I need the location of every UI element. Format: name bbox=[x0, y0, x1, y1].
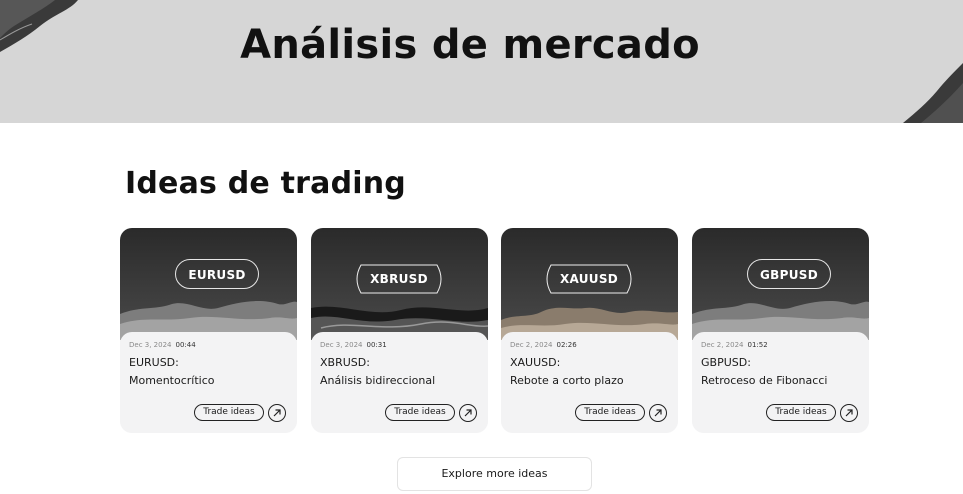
trade-ideas-button[interactable]: Trade ideas bbox=[194, 404, 264, 421]
card-title: Momentocrítico bbox=[129, 374, 215, 387]
arrow-up-right-icon bbox=[654, 409, 662, 417]
card-date: Dec 2, 2024 bbox=[701, 341, 744, 349]
card-meta: Dec 3, 2024 00:44 bbox=[129, 341, 196, 349]
trade-ideas-button[interactable]: Trade ideas bbox=[575, 404, 645, 421]
section-title: Ideas de trading bbox=[125, 166, 406, 201]
card-symbol: GBPUSD: bbox=[701, 356, 751, 369]
card-time: 00:31 bbox=[366, 341, 387, 349]
symbol-badge: XAUUSD bbox=[539, 261, 639, 297]
card-time: 02:26 bbox=[556, 341, 577, 349]
arrow-up-right-icon bbox=[464, 409, 472, 417]
symbol-badge: GBPUSD bbox=[747, 259, 831, 289]
open-idea-button[interactable] bbox=[840, 404, 858, 422]
explore-more-ideas-button[interactable]: Explore more ideas bbox=[397, 457, 592, 491]
card-body: Dec 3, 2024 00:31 XBRUSD: Análisis bidire… bbox=[311, 332, 488, 433]
card-title: Retroceso de Fibonacci bbox=[701, 374, 828, 387]
symbol-badge-text: XAUUSD bbox=[559, 272, 619, 286]
card-symbol: EURUSD: bbox=[129, 356, 179, 369]
card-title: Rebote a corto plazo bbox=[510, 374, 624, 387]
card-meta: Dec 2, 2024 01:52 bbox=[701, 341, 768, 349]
card-date: Dec 3, 2024 bbox=[320, 341, 363, 349]
card-image: GBPUSD bbox=[692, 228, 869, 340]
page-title: Análisis de mercado bbox=[240, 22, 700, 68]
open-idea-button[interactable] bbox=[459, 404, 477, 422]
card-image: XBRUSD bbox=[311, 228, 488, 340]
card-body: Dec 2, 2024 02:26 XAUUSD: Rebote a corto … bbox=[501, 332, 678, 433]
card-image: XAUUSD bbox=[501, 228, 678, 340]
open-idea-button[interactable] bbox=[649, 404, 667, 422]
trade-idea-card[interactable]: XAUUSD Dec 2, 2024 02:26 XAUUSD: Rebote a… bbox=[501, 228, 678, 433]
arrow-up-right-icon bbox=[845, 409, 853, 417]
card-title: Análisis bidireccional bbox=[320, 374, 436, 387]
card-symbol: XBRUSD: bbox=[320, 356, 370, 369]
rock-texture-decoration bbox=[903, 63, 963, 123]
trade-idea-card[interactable]: GBPUSD Dec 2, 2024 01:52 GBPUSD: Retroces… bbox=[692, 228, 869, 433]
open-idea-button[interactable] bbox=[268, 404, 286, 422]
trade-ideas-button[interactable]: Trade ideas bbox=[766, 404, 836, 421]
card-symbol: XAUUSD: bbox=[510, 356, 561, 369]
card-body: Dec 3, 2024 00:44 EURUSD: Momentocrítico … bbox=[120, 332, 297, 433]
card-meta: Dec 2, 2024 02:26 bbox=[510, 341, 577, 349]
card-image: EURUSD bbox=[120, 228, 297, 340]
card-time: 01:52 bbox=[747, 341, 768, 349]
arrow-up-right-icon bbox=[273, 409, 281, 417]
trade-idea-card[interactable]: EURUSD Dec 3, 2024 00:44 EURUSD: Momentoc… bbox=[120, 228, 297, 433]
symbol-badge-text: XBRUSD bbox=[370, 272, 428, 286]
symbol-badge: XBRUSD bbox=[349, 261, 449, 297]
card-time: 00:44 bbox=[175, 341, 196, 349]
card-date: Dec 3, 2024 bbox=[129, 341, 172, 349]
trade-idea-card[interactable]: XBRUSD Dec 3, 2024 00:31 XBRUSD: Análisis… bbox=[311, 228, 488, 433]
hero-banner: Análisis de mercado bbox=[0, 0, 963, 123]
symbol-badge: EURUSD bbox=[175, 259, 259, 289]
card-meta: Dec 3, 2024 00:31 bbox=[320, 341, 387, 349]
card-body: Dec 2, 2024 01:52 GBPUSD: Retroceso de Fi… bbox=[692, 332, 869, 433]
card-date: Dec 2, 2024 bbox=[510, 341, 553, 349]
trade-ideas-button[interactable]: Trade ideas bbox=[385, 404, 455, 421]
